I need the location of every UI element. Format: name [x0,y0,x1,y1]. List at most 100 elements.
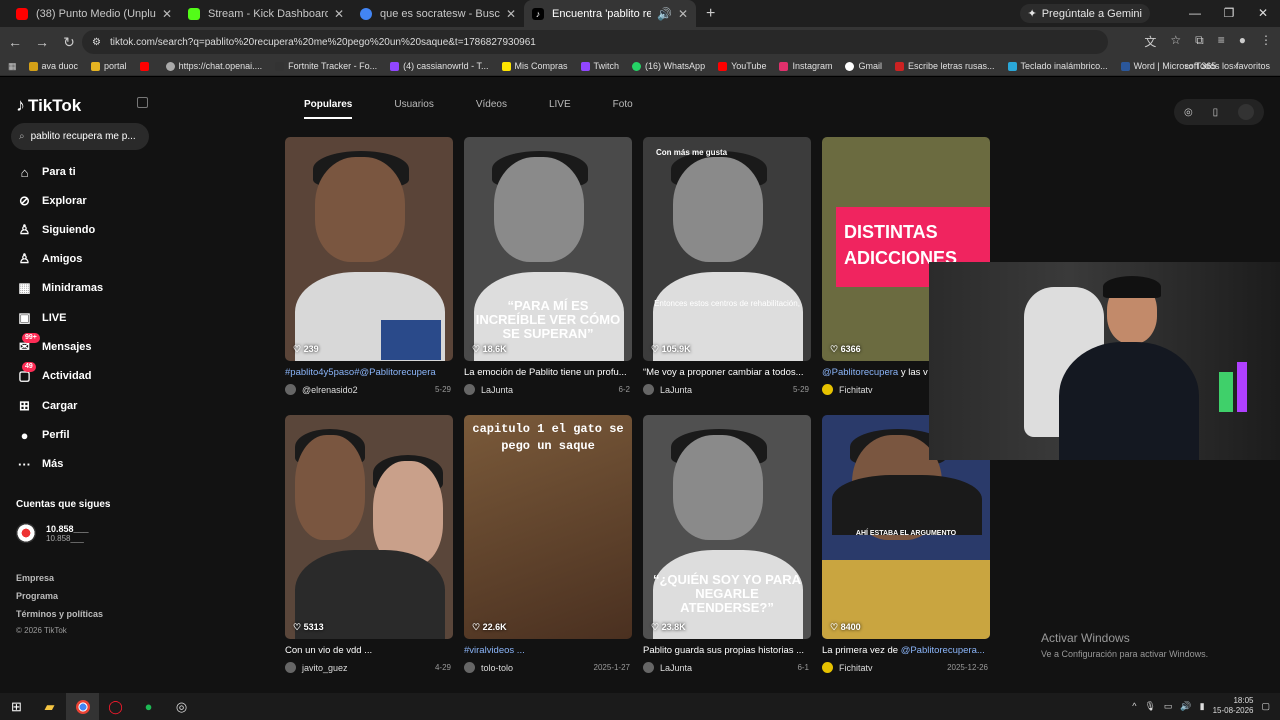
video-thumbnail[interactable]: Con más me gusta Entonces estos centros … [643,137,811,361]
tiktok-logo[interactable]: ♪ TikTok [16,95,81,116]
tab-usuarios[interactable]: Usuarios [394,99,433,119]
menu-icon[interactable]: ⋮ [1260,33,1272,50]
video-card[interactable]: Con más me gusta Entonces estos centros … [643,137,811,395]
bookmark-item[interactable]: Escribe letras rusas... [895,61,995,71]
obs-icon[interactable]: ◎ [165,693,198,720]
author-name[interactable]: Fichitatv [839,385,873,395]
video-thumbnail[interactable]: “¿QUIÉN SOY YO PARA NEGARLE ATENDERSE?” … [643,415,811,639]
video-caption[interactable]: La emoción de Pablito tiene un profu... [464,367,632,378]
nav-para-ti[interactable]: ⌂ Para ti [16,162,76,182]
translate-icon[interactable]: 文 [1144,33,1156,50]
video-thumbnail[interactable]: capitulo 1 el gato se pego un saque ♡ 22… [464,415,632,639]
nav-actividad[interactable]: ▢ 49 Actividad [16,362,92,386]
author-name[interactable]: Fichitatv [839,663,873,673]
restore-button[interactable]: ❐ [1212,0,1246,27]
bookmark-item[interactable] [139,61,153,71]
tab-live[interactable]: LIVE [549,99,571,119]
close-tab-icon[interactable]: ✕ [162,7,172,21]
nav-live[interactable]: ▣ LIVE [16,308,66,328]
video-card[interactable]: ♡ 5313 Con un vio de vdd ... javito_guez… [285,415,453,673]
site-info-icon[interactable]: ⚙ [92,37,101,48]
footer-terminos[interactable]: Términos y políticas [16,609,103,619]
file-explorer-icon[interactable]: ▰ [33,693,66,720]
user-avatar[interactable] [1238,104,1255,120]
footer-programa[interactable]: Programa [16,591,58,601]
bookmark-star-icon[interactable]: ☆ [1170,33,1181,50]
close-tab-icon[interactable]: ✕ [334,7,344,21]
forward-button[interactable]: → [30,34,54,50]
bookmark-item[interactable]: Teclado inalámbrico... [1007,61,1108,71]
video-thumbnail[interactable]: “PARA MÍ ES INCREÍBLE VER CÓMO SE SUPERA… [464,137,632,361]
bookmark-item[interactable]: (4) cassianowrld - T... [390,61,489,71]
bookmark-item[interactable]: YouTube [718,61,766,71]
network-icon[interactable]: ▭ [1164,701,1173,712]
video-caption[interactable]: #viralvideos ... [464,645,632,656]
nav-siguiendo[interactable]: ♙ Siguiendo [16,220,96,240]
close-tab-icon[interactable]: ✕ [506,7,516,21]
video-caption[interactable]: #pablito4y5paso#@Pablitorecupera [285,367,453,378]
close-tab-icon[interactable]: ✕ [678,7,688,21]
browser-tab-2[interactable]: Stream - Kick Dashboard ✕ [180,0,352,27]
back-button[interactable]: ← [3,34,27,50]
author-name[interactable]: @elrenasido2 [302,385,358,395]
profile-icon[interactable]: ● [1239,33,1246,50]
bookmark-item[interactable]: portal [91,61,127,71]
video-card[interactable]: “PARA MÍ ES INCREÍBLE VER CÓMO SE SUPERA… [464,137,632,395]
bookmark-item[interactable]: Twitch [580,61,619,71]
collapse-sidebar-icon[interactable] [137,97,148,108]
gemini-button[interactable]: ✦ Pregúntale a Gemini [1019,4,1150,23]
media-icon[interactable]: ≡ [1218,33,1225,50]
apps-icon[interactable]: ▦ [8,61,17,72]
microphone-icon[interactable]: 🎙 [1144,701,1155,712]
all-bookmarks-folder[interactable]: ▭ Todos los favoritos [1185,61,1270,72]
author-name[interactable]: LaJunta [660,663,692,673]
show-hidden-icons[interactable]: ^ [1132,701,1136,711]
speaker-icon[interactable]: 🔊 [657,7,672,21]
browser-tab-1[interactable]: (38) Punto Medio (Unplugged)✕ [8,0,180,27]
coin-icon[interactable]: ◎ [1184,107,1193,118]
footer-empresa[interactable]: Empresa [16,573,54,583]
spotify-icon[interactable]: ● [132,693,165,720]
notifications-icon[interactable]: ▢ [1261,701,1270,712]
browser-tab-3[interactable]: que es socratesw - Buscar con✕ [352,0,524,27]
author-name[interactable]: javito_guez [302,663,348,673]
tab-videos[interactable]: Vídeos [476,99,507,119]
author-name[interactable]: tolo-tolo [481,663,513,673]
close-window-button[interactable]: ✕ [1246,0,1280,27]
video-card[interactable]: capitulo 1 el gato se pego un saque ♡ 22… [464,415,632,673]
following-account[interactable]: 10.858___ 10.858___ [16,523,89,543]
nav-cargar[interactable]: ⊞ Cargar [16,396,77,416]
video-thumbnail[interactable]: ♡ 5313 [285,415,453,639]
nav-mas[interactable]: ··· Más [16,454,63,474]
browser-tab-4[interactable]: ♪Encuentra 'pablito recupera🔊✕ [524,0,696,27]
author-name[interactable]: LaJunta [660,385,692,395]
search-box[interactable]: ⌕ [11,123,149,150]
volume-icon[interactable]: 🔊 [1180,701,1191,712]
reload-button[interactable]: ↻ [57,34,81,51]
address-bar[interactable]: ⚙ tiktok.com/search?q=pablito%20recupera… [82,30,1108,54]
search-input[interactable] [30,131,141,142]
battery-icon[interactable]: ▮ [1200,701,1205,712]
video-card[interactable]: ♡ 239 #pablito4y5paso#@Pablitorecupera @… [285,137,453,395]
video-card[interactable]: “¿QUIÉN SOY YO PARA NEGARLE ATENDERSE?” … [643,415,811,673]
device-icon[interactable]: ▯ [1213,107,1219,118]
author-name[interactable]: LaJunta [481,385,513,395]
tab-populares[interactable]: Populares [304,99,353,119]
video-caption[interactable]: Pablito guarda sus propias historias ... [643,645,811,656]
video-thumbnail[interactable]: ♡ 239 [285,137,453,361]
minimize-button[interactable]: — [1178,0,1212,27]
video-caption[interactable]: Con un vio de vdd ... [285,645,453,656]
nav-amigos[interactable]: ♙ Amigos [16,249,83,269]
video-caption[interactable]: La primera vez de @Pablitorecupera... [822,645,990,656]
nav-mensajes[interactable]: ✉ 99+ Mensajes [16,333,92,357]
bookmark-item[interactable]: Mis Compras [501,61,568,71]
nav-minidramas[interactable]: ▦ Minidramas [16,278,103,298]
bookmark-item[interactable]: Instagram [779,61,832,71]
windows-start-icon[interactable]: ⊞ [0,693,33,720]
chrome-icon[interactable] [66,693,99,720]
bookmark-item[interactable]: Gmail [845,61,882,71]
new-tab-button[interactable]: + [706,5,715,23]
extensions-icon[interactable]: ⧉ [1195,33,1204,50]
nav-explorar[interactable]: ⊘ Explorar [16,191,87,211]
video-caption[interactable]: “Me voy a proponer cambiar a todos... [643,367,811,378]
